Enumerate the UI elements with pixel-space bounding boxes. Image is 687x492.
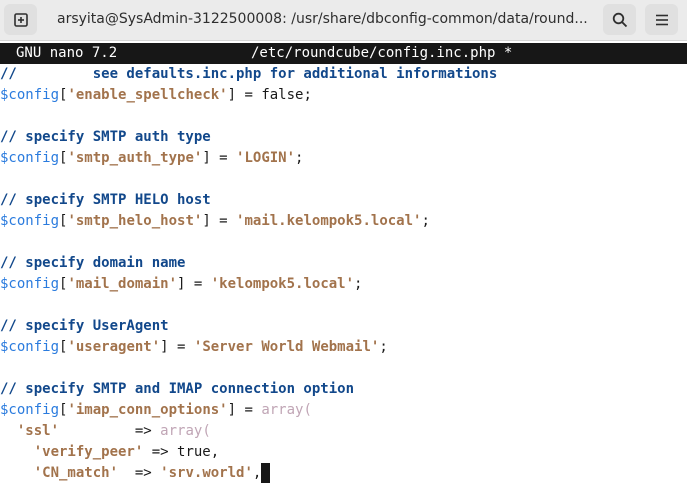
code-val: 'mail.kelompok5.local' (236, 213, 422, 229)
code-var: $config (0, 150, 60, 166)
code-line: // specify SMTP HELO host (0, 190, 211, 211)
code-p3: ; (354, 276, 363, 292)
new-tab-button[interactable] (4, 4, 37, 35)
code-line: // see defaults.inc.php for additional i… (0, 64, 497, 85)
code-p3: ; (421, 213, 430, 229)
code-line: $config['imap_conn_options'] = array( (0, 400, 312, 421)
code-val: 'Server World Webmail' (193, 339, 380, 355)
code-val: 'srv.world' (160, 465, 253, 481)
code-line: 'ssl' => array( (0, 421, 211, 442)
code-fn: array( (261, 402, 312, 418)
code-val: 'kelompok5.local' (210, 276, 355, 292)
hamburger-menu-icon (655, 14, 668, 25)
nano-filename: /etc/roundcube/config.inc.php * (251, 45, 513, 61)
code-p2: ] = (160, 339, 194, 355)
code-line: $config['useragent'] = 'Server World Web… (0, 337, 388, 358)
code-p2: ] = (202, 150, 237, 166)
code-fn: array( (160, 423, 211, 439)
code-key: 'smtp_helo_host' (67, 213, 203, 229)
nano-status-bar: GNU nano 7.2 /etc/roundcube/config.inc.p… (0, 43, 687, 64)
code-var: $config (0, 213, 60, 229)
window-title: arsyita@SysAdmin-3122500008: /usr/share/… (57, 11, 588, 27)
code-comment: // see defaults.inc.php for additional i… (0, 66, 498, 82)
code-line: 'verify_peer' => true, (0, 442, 219, 463)
code-key: 'mail_domain' (67, 276, 178, 292)
code-line: // specify SMTP auth type (0, 127, 211, 148)
search-button[interactable] (603, 4, 636, 35)
code-line: $config['mail_domain'] = 'kelompok5.loca… (0, 274, 362, 295)
code-p3: ; (295, 150, 304, 166)
code-var: $config (0, 339, 60, 355)
code-line: $config['enable_spellcheck'] = false; (0, 85, 312, 106)
code-p2: => (59, 423, 161, 439)
code-line: $config['smtp_helo_host'] = 'mail.kelomp… (0, 211, 430, 232)
code-comment: // specify domain name (0, 255, 186, 271)
menu-button[interactable] (645, 4, 678, 35)
code-line: // specify UserAgent (0, 316, 169, 337)
code-val: 'LOGIN' (236, 150, 296, 166)
code-p3: , (252, 465, 262, 481)
code-line: 'CN_match' => 'srv.world', (0, 463, 271, 484)
new-tab-icon (13, 12, 28, 27)
text-cursor (261, 463, 271, 483)
code-p2: ] = (202, 213, 237, 229)
code-var: $config (0, 276, 60, 292)
nano-version: GNU nano 7.2 (16, 45, 118, 61)
code-p2: ] = (227, 402, 262, 418)
code-key: 'verify_peer' (33, 444, 144, 460)
code-line: // specify domain name (0, 253, 185, 274)
code-key: 'smtp_auth_type' (67, 150, 203, 166)
code-p3: ; (379, 339, 388, 355)
code-comment: // specify SMTP HELO host (0, 192, 211, 208)
code-p2: ] = (177, 276, 211, 292)
code-var: $config (0, 402, 60, 418)
code-var: $config (0, 87, 60, 103)
code-comment: // specify SMTP and IMAP connection opti… (0, 381, 355, 397)
code-line: // specify SMTP and IMAP connection opti… (0, 379, 354, 400)
code-comment: // specify SMTP auth type (0, 129, 211, 145)
code-key: 'CN_match' (33, 465, 119, 481)
code-key: 'ssl' (16, 423, 60, 439)
code-p2: => true, (143, 444, 220, 460)
terminal-area[interactable]: GNU nano 7.2 /etc/roundcube/config.inc.p… (0, 43, 687, 492)
search-icon (612, 12, 627, 27)
code-key: 'useragent' (67, 339, 161, 355)
code-key: 'imap_conn_options' (67, 402, 228, 418)
code-comment: // specify UserAgent (0, 318, 169, 334)
code-key: 'enable_spellcheck' (67, 87, 228, 103)
code-p2: => (118, 465, 161, 481)
code-p2: ] = false; (227, 87, 312, 103)
window-titlebar: arsyita@SysAdmin-3122500008: /usr/share/… (0, 0, 687, 41)
code-line: $config['smtp_auth_type'] = 'LOGIN'; (0, 148, 303, 169)
